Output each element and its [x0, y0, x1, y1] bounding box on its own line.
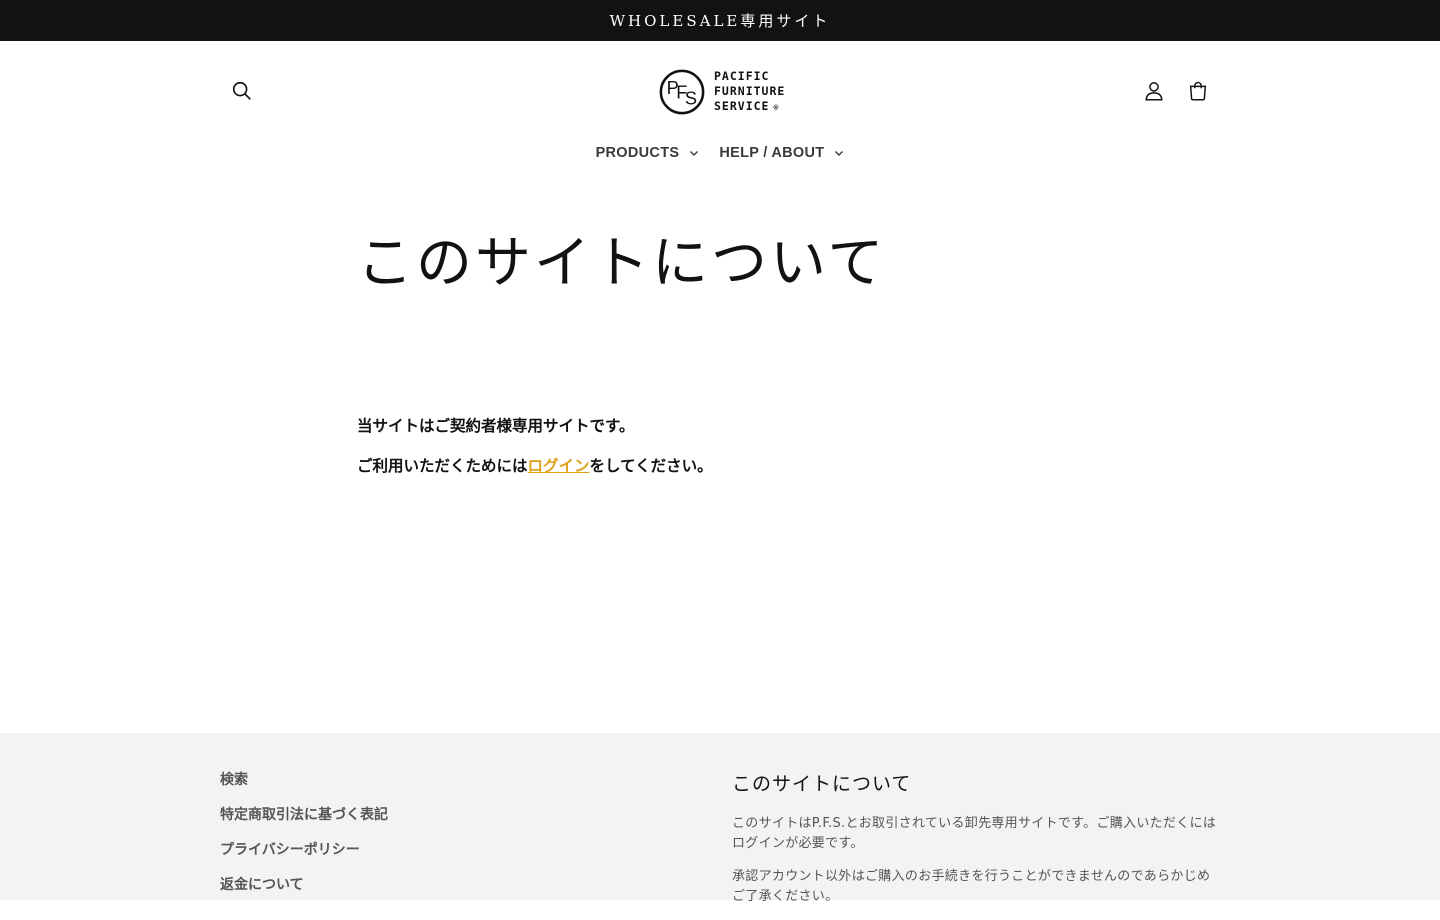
body-line-1: 当サイトはご契約者様専用サイトです。 — [357, 417, 635, 435]
cart-icon — [1189, 81, 1207, 101]
nav-help-about-label: HELP / ABOUT — [719, 145, 825, 161]
logo-line: FURNITURE — [714, 84, 786, 98]
account-button[interactable] — [1132, 69, 1176, 113]
chevron-down-icon — [690, 151, 699, 156]
announcement-bar: WHOLESALE専用サイト — [0, 0, 1440, 41]
search-button[interactable] — [220, 69, 264, 113]
page-title: このサイトについて — [357, 231, 887, 296]
main-content: このサイトについて 当サイトはご契約者様専用サイトです。 ご利用いただくためには… — [0, 173, 1440, 724]
pfs-logo-mark: P F S — [659, 69, 705, 115]
footer-about-text: 承認アカウント以外はご購入のお手続きを行うことができませんのであらかじめご了承く… — [732, 869, 1211, 904]
footer-links: 検索 特定商取引法に基づく表記 プライバシーポリシー 返金について — [220, 771, 388, 911]
footer-link-legal-notice[interactable]: 特定商取引法に基づく表記 — [220, 806, 388, 824]
nav-help-about[interactable]: HELP / ABOUT — [719, 145, 844, 161]
account-icon — [1145, 82, 1163, 101]
nav-products[interactable]: PRODUCTS — [596, 145, 700, 161]
login-link[interactable]: ログイン — [528, 457, 590, 475]
cart-button[interactable] — [1176, 69, 1220, 113]
logo-wordmark: PACIFIC FURNITURE SERVICE ® — [714, 69, 785, 115]
body-line-2-before: ご利用いただくためには — [357, 457, 528, 475]
page-body: 当サイトはご契約者様専用サイトです。 ご利用いただくためにはログインをしてくださ… — [357, 416, 713, 496]
footer-about-text: このサイトはP.F.S.とお取引されている卸先専用サイトです。ご購入いただくには… — [732, 816, 1217, 851]
search-icon — [232, 81, 251, 100]
nav-products-label: PRODUCTS — [595, 145, 680, 161]
footer-link-refund[interactable]: 返金について — [220, 876, 388, 894]
registered-mark: ® — [773, 103, 780, 112]
logo-line: SERVICE — [714, 99, 770, 113]
site-footer: 検索 特定商取引法に基づく表記 プライバシーポリシー 返金について このサイトに… — [0, 733, 1440, 904]
chevron-down-icon — [835, 151, 844, 156]
site-header: P F S PACIFIC FURNITURE SERVICE ® — [0, 41, 1440, 141]
site-logo[interactable]: P F S PACIFIC FURNITURE SERVICE ® — [658, 67, 785, 117]
footer-link-search[interactable]: 検索 — [220, 771, 388, 789]
footer-about: このサイトについて このサイトはP.F.S.とお取引されている卸先専用サイトです… — [732, 769, 1222, 920]
body-line-2: ご利用いただくためにはログインをしてください。 — [357, 456, 713, 477]
body-line-2-after: をしてください。 — [589, 457, 713, 475]
footer-about-title: このサイトについて — [732, 773, 912, 795]
svg-text:S: S — [685, 87, 697, 108]
footer-link-privacy-policy[interactable]: プライバシーポリシー — [220, 841, 388, 859]
announcement-text: WHOLESALE専用サイト — [609, 12, 831, 30]
logo-line: PACIFIC — [714, 69, 770, 83]
